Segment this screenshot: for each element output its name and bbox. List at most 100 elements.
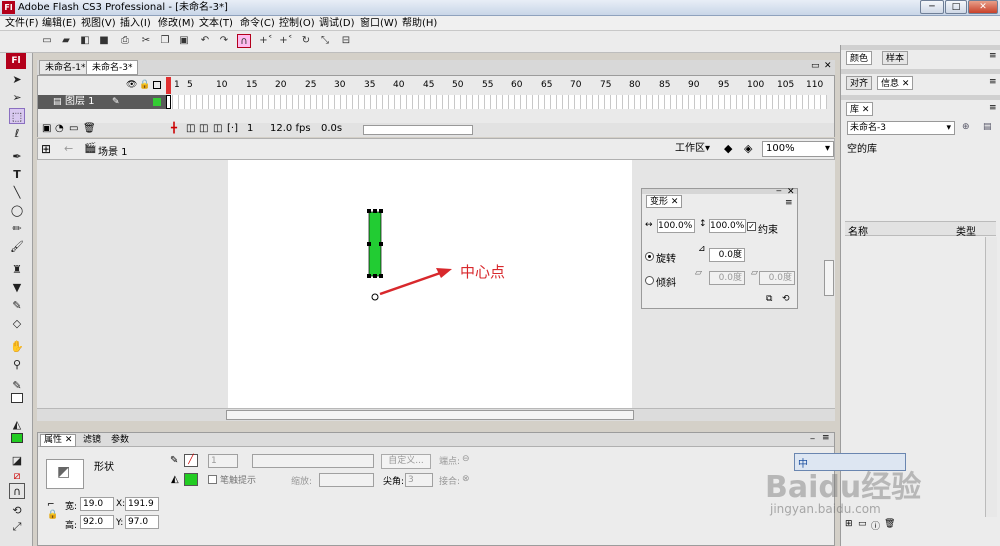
menu-window[interactable]: 窗口(W)	[360, 16, 398, 31]
skew-h-input[interactable]: 0.0度	[709, 271, 745, 285]
constrain-checkbox[interactable]: ✓	[747, 222, 756, 231]
menu-insert[interactable]: 插入(I)	[120, 16, 151, 31]
undo-icon[interactable]: ↶	[198, 34, 212, 48]
skew-radio[interactable]	[645, 276, 654, 285]
pen-tool-icon[interactable]: ✒	[9, 149, 25, 165]
height-percent-input[interactable]: 100.0%	[709, 219, 746, 233]
eraser-tool-icon[interactable]: ◇	[9, 316, 25, 332]
menu-file[interactable]: 文件(F)	[5, 16, 39, 31]
print-icon[interactable]: ⎙	[118, 34, 132, 48]
panel-close-icon[interactable]: ✕	[787, 187, 795, 197]
default-colors-icon[interactable]: ◪	[9, 453, 25, 469]
add-layer-icon[interactable]: ▣	[42, 123, 51, 134]
fill-color-swatch[interactable]	[184, 473, 198, 486]
width-input[interactable]: 19.0	[80, 497, 114, 511]
onion-skin-icon[interactable]: ◫	[186, 123, 195, 134]
copy-icon[interactable]: ❐	[158, 34, 172, 48]
no-color-icon[interactable]: ⧄	[9, 468, 25, 484]
fill-swatch[interactable]	[11, 433, 23, 443]
props-collapse-icon[interactable]: ‒	[810, 434, 815, 443]
onion-markers-icon[interactable]: [·]	[227, 123, 238, 134]
rotate-skew-icon[interactable]: ⟲	[9, 503, 25, 519]
zoom-tool-icon[interactable]: ⚲	[9, 357, 25, 373]
new-file-icon[interactable]: ▭	[40, 34, 54, 48]
pencil-tool-icon[interactable]: ✏	[9, 221, 25, 237]
menu-control[interactable]: 控制(O)	[279, 16, 315, 31]
collapse-icon[interactable]: ‒	[776, 186, 782, 196]
panel-menu-icon-2[interactable]: ≡	[989, 77, 997, 87]
lasso-tool-icon[interactable]: ℓ	[9, 126, 25, 142]
lock-ratio-icon[interactable]: 🔒	[47, 510, 58, 520]
paste-icon[interactable]: ▣	[177, 34, 191, 48]
workspace-dropdown[interactable]: 工作区▾	[675, 141, 717, 157]
join-style-icon[interactable]: ⊗	[462, 474, 470, 484]
menu-modify[interactable]: 修改(M)	[158, 16, 194, 31]
y-input[interactable]: 97.0	[125, 515, 159, 529]
stroke-style-select[interactable]	[252, 454, 374, 468]
panel-grip[interactable]	[642, 189, 797, 194]
edit-symbols-icon[interactable]: ◆	[724, 142, 732, 155]
tab-doc-1[interactable]: 未命名-1*	[39, 60, 92, 75]
new-symbol-icon[interactable]: ⊞	[845, 519, 853, 529]
save-icon[interactable]: ■	[97, 34, 111, 48]
cap-style-icon[interactable]: ⊖	[462, 454, 470, 464]
close-doc-icon[interactable]: ✕	[824, 61, 832, 71]
fill-color-icon[interactable]: ◭	[9, 417, 25, 433]
frame-rate[interactable]: 12.0 fps	[270, 123, 311, 134]
layer-row[interactable]: ▤ 图层 1 ✎	[38, 95, 166, 109]
vertical-scroll-thumb[interactable]	[824, 260, 834, 296]
panel-menu-icon-3[interactable]: ≡	[989, 103, 997, 113]
menu-commands[interactable]: 命令(C)	[240, 16, 275, 31]
menu-debug[interactable]: 调试(D)	[319, 16, 355, 31]
delete-layer-icon[interactable]: 🗑	[83, 123, 96, 134]
registration-point[interactable]	[371, 293, 379, 301]
close-button[interactable]: ✕	[968, 0, 998, 14]
oval-tool-icon[interactable]: ◯	[9, 203, 25, 219]
pin-library-icon[interactable]: ⊕	[962, 122, 970, 132]
tab-transform[interactable]: 变形 ✕	[646, 195, 683, 208]
col-type-header[interactable]: 类型	[956, 223, 976, 238]
paint-bucket-tool-icon[interactable]: ▼	[9, 280, 25, 296]
eye-icon[interactable]: 👁	[126, 80, 137, 90]
tab-color[interactable]: 颜色	[846, 51, 873, 65]
stage-hscrollbar[interactable]	[37, 408, 835, 421]
hand-tool-icon[interactable]: ✋	[9, 339, 25, 355]
miter-input[interactable]: 3	[405, 473, 433, 487]
edit-scene-icon[interactable]: ◈	[744, 142, 752, 155]
smooth-icon[interactable]: +˂	[259, 34, 273, 48]
ink-bottle-tool-icon[interactable]: ♜	[9, 262, 25, 278]
subselection-tool-icon[interactable]: ➢	[9, 90, 25, 106]
rotate-radio[interactable]	[645, 252, 654, 261]
add-folder-icon[interactable]: ▭	[69, 123, 78, 134]
outline-icon[interactable]	[153, 81, 161, 89]
tab-filters[interactable]: 滤镜	[83, 434, 101, 446]
stroke-color-icon[interactable]: ✎	[9, 378, 25, 394]
rotate-input[interactable]: 0.0度	[709, 248, 745, 262]
line-tool-icon[interactable]: ╲	[9, 185, 25, 201]
restore-doc-icon[interactable]: ▭	[811, 61, 820, 71]
frame-strip[interactable]	[167, 95, 827, 109]
zoom-select[interactable]: 100% ▾	[762, 141, 834, 157]
open-folder-icon[interactable]: ▰	[59, 34, 73, 48]
straighten-icon[interactable]: +˂	[279, 34, 293, 48]
add-guide-icon[interactable]: ◔	[55, 123, 64, 134]
stroke-swatch[interactable]	[11, 393, 23, 403]
timeline-toggle-icon[interactable]: ⊞	[41, 142, 51, 156]
timeline-hscrollbar[interactable]	[363, 125, 473, 135]
scale-icon[interactable]: ⤡	[318, 34, 332, 48]
stroke-color-swatch[interactable]: ╱	[184, 454, 198, 467]
onion-outline-icon[interactable]: ◫	[199, 123, 208, 134]
stage[interactable]: 中心点	[228, 160, 632, 408]
tab-doc-3[interactable]: 未命名-3*	[86, 60, 139, 75]
lock-icon[interactable]: 🔒	[139, 80, 150, 90]
stroke-hint-checkbox[interactable]	[208, 475, 217, 484]
tab-align[interactable]: 对齐	[846, 76, 873, 90]
menu-edit[interactable]: 编辑(E)	[42, 16, 76, 31]
width-percent-input[interactable]: 100.0%	[657, 219, 695, 233]
dock-grip[interactable]	[841, 45, 1000, 50]
brush-tool-icon[interactable]: 🖌	[9, 239, 25, 255]
panel-menu-icon[interactable]: ≡	[785, 198, 793, 208]
snap-magnet-icon[interactable]: ∩	[237, 34, 251, 48]
custom-stroke-button[interactable]: 自定义...	[381, 454, 431, 469]
library-doc-select[interactable]: 未命名-3 ▾	[847, 121, 955, 135]
